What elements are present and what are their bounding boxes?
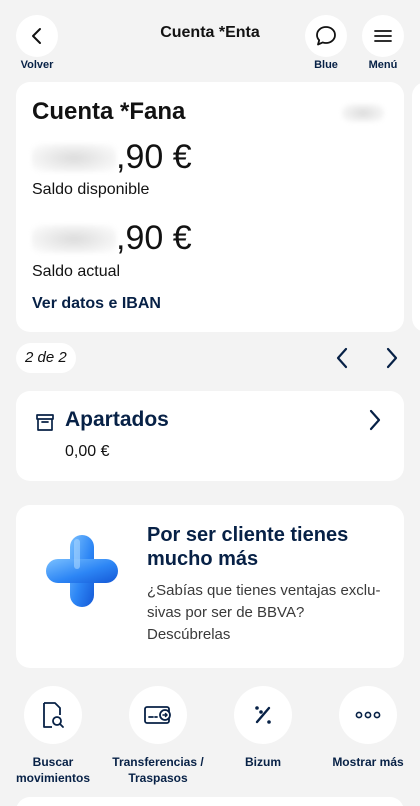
action-icon-circle (24, 686, 82, 744)
plus-3d-icon (46, 535, 118, 607)
bizum-icon (255, 706, 271, 724)
pager-indicator: 2 de 2 (16, 343, 76, 373)
action-label: Bizum (245, 755, 281, 769)
current-amount: ,90 € (116, 219, 192, 257)
savings-title: Apartados (65, 408, 169, 431)
next-page-button[interactable] (380, 346, 404, 370)
action-label: Transferencias / Traspasos (112, 755, 204, 785)
chat-button[interactable] (305, 15, 347, 57)
chevron-left-icon (336, 347, 348, 369)
chevron-right-icon (386, 347, 398, 369)
promo-card[interactable]: Por ser cliente tienes mucho más ¿Sabías… (16, 505, 404, 668)
masked-amount (32, 143, 116, 172)
chat-bubble-icon (316, 26, 336, 46)
promo-title: Por ser cliente tienes mucho más (147, 524, 349, 570)
menu-button[interactable] (362, 15, 404, 57)
prev-page-button[interactable] (330, 346, 354, 370)
action-label: Buscar movimientos (15, 755, 90, 785)
chat-label: Blue (314, 59, 338, 71)
action-icon-circle (129, 686, 187, 744)
action-icon-circle (234, 686, 292, 744)
search-document-icon (43, 702, 64, 728)
action-show-more[interactable]: Mostrar más (318, 686, 418, 770)
masked-value (342, 104, 384, 122)
next-card-peek (412, 82, 420, 332)
savings-amount: 0,00 € (65, 443, 110, 460)
account-card[interactable]: Cuenta *Fana ,90 € Saldo disponible ,90 … (16, 82, 404, 332)
iban-link[interactable]: Ver datos e IBAN (32, 295, 161, 313)
more-dots-icon (355, 711, 381, 719)
savings-card[interactable]: Apartados 0,00 € (16, 391, 404, 481)
hamburger-menu-icon (374, 30, 392, 42)
action-transfers[interactable]: Transferencias / Traspasos (108, 686, 208, 786)
action-icon-circle (339, 686, 397, 744)
current-balance: ,90 € (32, 219, 192, 258)
action-search-movements[interactable]: Buscar movimientos (3, 686, 103, 786)
action-bizum[interactable]: Bizum (213, 686, 313, 770)
box-icon (36, 414, 54, 431)
page-title: Cuenta *Εnta (160, 24, 260, 41)
action-label: Mostrar más (332, 755, 404, 769)
bottom-card-peek (16, 797, 404, 806)
masked-amount (32, 224, 116, 253)
account-title: Cuenta *Fana (32, 98, 186, 125)
available-amount: ,90 € (116, 138, 192, 176)
back-label: Volver (20, 59, 54, 71)
promo-body: ¿Sabías que tienes ventajas exclu-sivas … (147, 582, 381, 643)
current-label: Saldo actual (32, 263, 121, 280)
available-balance: ,90 € (32, 138, 192, 177)
chevron-right-icon (369, 409, 381, 431)
menu-label: Menú (368, 59, 398, 71)
transfer-icon (144, 706, 171, 724)
available-label: Saldo disponible (32, 181, 150, 198)
